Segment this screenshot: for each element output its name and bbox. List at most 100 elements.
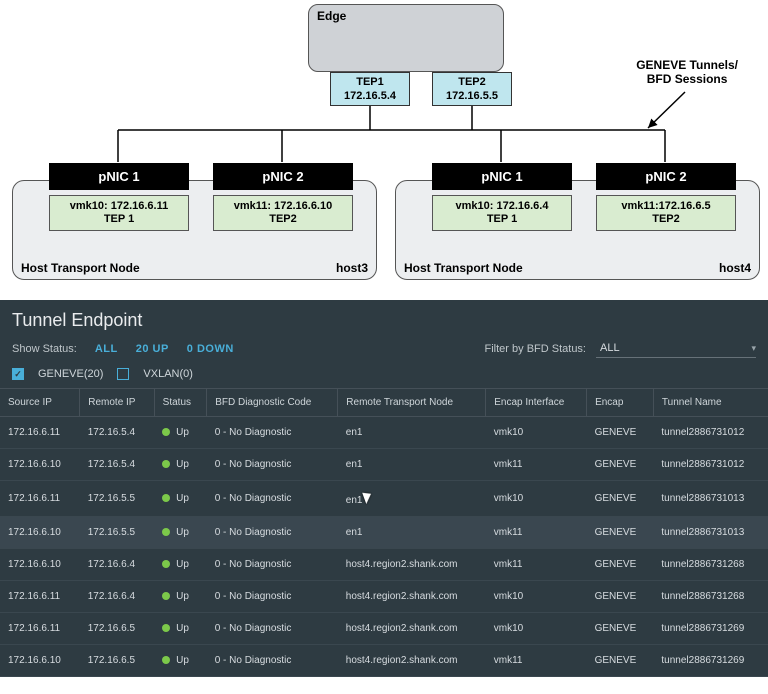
table-row[interactable]: 172.16.6.11172.16.6.5Up0 - No Diagnostic… <box>0 613 768 645</box>
status-up-icon <box>162 460 170 468</box>
host3-label: Host Transport Node <box>21 261 140 275</box>
table-cell: 172.16.6.5 <box>80 613 154 645</box>
show-status-label: Show Status: <box>12 343 77 355</box>
status-up-icon <box>162 656 170 664</box>
table-row[interactable]: 172.16.6.11172.16.5.4Up0 - No Diagnostic… <box>0 417 768 449</box>
status-up-icon <box>162 494 170 502</box>
table-cell: 172.16.5.4 <box>80 417 154 449</box>
table-cell: GENEVE <box>587 581 654 613</box>
table-cell: GENEVE <box>587 417 654 449</box>
table-cell: 172.16.6.11 <box>0 613 80 645</box>
table-cell: GENEVE <box>587 613 654 645</box>
filter-all-button[interactable]: ALL <box>95 343 118 355</box>
table-cell: 0 - No Diagnostic <box>207 481 338 517</box>
table-cell: tunnel2886731268 <box>653 549 768 581</box>
table-cell: GENEVE <box>587 481 654 517</box>
table-cell: tunnel2886731013 <box>653 481 768 517</box>
host4-pnic2: pNIC 2 <box>596 163 736 190</box>
col-tunnel-name[interactable]: Tunnel Name <box>653 389 768 417</box>
table-cell: 172.16.6.5 <box>80 645 154 677</box>
table-cell: en1 <box>338 481 486 517</box>
tep1-ip: 172.16.5.4 <box>344 90 396 102</box>
encap-checkboxes: ✓ GENEVE(20) VXLAN(0) <box>0 368 768 388</box>
status-up-icon <box>162 560 170 568</box>
table-cell: 172.16.5.5 <box>80 481 154 517</box>
host4-label: Host Transport Node <box>404 261 523 275</box>
table-cell: 172.16.6.11 <box>0 581 80 613</box>
table-row[interactable]: 172.16.6.10172.16.6.5Up0 - No Diagnostic… <box>0 645 768 677</box>
bfd-filter-label: Filter by BFD Status: <box>485 343 586 355</box>
table-cell: vmk10 <box>486 613 587 645</box>
edge-node: Edge <box>308 4 504 72</box>
table-cell: tunnel2886731268 <box>653 581 768 613</box>
table-header-row: Source IP Remote IP Status BFD Diagnosti… <box>0 389 768 417</box>
table-row[interactable]: 172.16.6.10172.16.5.5Up0 - No Diagnostic… <box>0 517 768 549</box>
tep2-box: TEP2 172.16.5.5 <box>432 72 512 106</box>
table-cell: tunnel2886731269 <box>653 645 768 677</box>
table-cell: host4.region2.shank.com <box>338 549 486 581</box>
host3-box: pNIC 1 vmk10: 172.16.6.11 TEP 1 pNIC 2 v… <box>12 180 377 280</box>
host3-vmk10: vmk10: 172.16.6.11 TEP 1 <box>49 195 189 231</box>
col-source-ip[interactable]: Source IP <box>0 389 80 417</box>
table-cell: tunnel2886731012 <box>653 449 768 481</box>
table-cell: 0 - No Diagnostic <box>207 645 338 677</box>
col-bfd-code[interactable]: BFD Diagnostic Code <box>207 389 338 417</box>
topology-diagram: Edge TEP1 172.16.5.4 TEP2 172.16.5.5 GEN… <box>0 0 768 300</box>
table-cell: 172.16.5.4 <box>80 449 154 481</box>
col-encap-iface[interactable]: Encap Interface <box>486 389 587 417</box>
host3-pnic2: pNIC 2 <box>213 163 353 190</box>
col-remote-node[interactable]: Remote Transport Node <box>338 389 486 417</box>
table-cell: 172.16.6.10 <box>0 517 80 549</box>
panel-title: Tunnel Endpoint <box>0 300 768 335</box>
table-cell: Up <box>154 517 207 549</box>
host4-name: host4 <box>719 261 751 275</box>
edge-label: Edge <box>317 9 346 23</box>
table-row[interactable]: 172.16.6.10172.16.6.4Up0 - No Diagnostic… <box>0 549 768 581</box>
mouse-cursor-icon <box>363 490 375 504</box>
vxlan-checkbox[interactable] <box>117 368 129 380</box>
table-cell: 172.16.6.4 <box>80 581 154 613</box>
table-cell: en1 <box>338 449 486 481</box>
table-cell: Up <box>154 481 207 517</box>
col-encap[interactable]: Encap <box>587 389 654 417</box>
col-remote-ip[interactable]: Remote IP <box>80 389 154 417</box>
table-cell: en1 <box>338 417 486 449</box>
chevron-down-icon: ▾ <box>751 343 756 354</box>
table-cell: 172.16.5.5 <box>80 517 154 549</box>
tep2-label: TEP2 <box>458 76 486 88</box>
table-cell: GENEVE <box>587 517 654 549</box>
table-cell: Up <box>154 581 207 613</box>
filter-down-button[interactable]: 0 DOWN <box>187 343 234 355</box>
status-up-icon <box>162 428 170 436</box>
tunnels-annotation: GENEVE Tunnels/ BFD Sessions <box>636 58 738 86</box>
table-cell: 0 - No Diagnostic <box>207 549 338 581</box>
bfd-filter-value: ALL <box>600 342 620 354</box>
filter-up-button[interactable]: 20 UP <box>136 343 169 355</box>
table-cell: host4.region2.shank.com <box>338 581 486 613</box>
table-row[interactable]: 172.16.6.11172.16.6.4Up0 - No Diagnostic… <box>0 581 768 613</box>
table-cell: Up <box>154 613 207 645</box>
table-cell: vmk10 <box>486 481 587 517</box>
geneve-checkbox[interactable]: ✓ <box>12 368 24 380</box>
tep2-ip: 172.16.5.5 <box>446 90 498 102</box>
table-cell: 0 - No Diagnostic <box>207 417 338 449</box>
table-cell: Up <box>154 417 207 449</box>
host4-vmk11: vmk11:172.16.6.5 TEP2 <box>596 195 736 231</box>
table-cell: vmk11 <box>486 517 587 549</box>
col-status[interactable]: Status <box>154 389 207 417</box>
table-cell: host4.region2.shank.com <box>338 613 486 645</box>
bfd-filter-select[interactable]: ALL ▾ <box>596 339 756 358</box>
table-cell: 0 - No Diagnostic <box>207 581 338 613</box>
table-cell: 172.16.6.4 <box>80 549 154 581</box>
table-cell: vmk10 <box>486 581 587 613</box>
vxlan-checkbox-label: VXLAN(0) <box>143 368 193 380</box>
table-cell: tunnel2886731013 <box>653 517 768 549</box>
tep1-label: TEP1 <box>356 76 384 88</box>
table-cell: Up <box>154 549 207 581</box>
table-row[interactable]: 172.16.6.10172.16.5.4Up0 - No Diagnostic… <box>0 449 768 481</box>
status-up-icon <box>162 624 170 632</box>
table-cell: 172.16.6.10 <box>0 449 80 481</box>
table-row[interactable]: 172.16.6.11172.16.5.5Up0 - No Diagnostic… <box>0 481 768 517</box>
table-cell: tunnel2886731012 <box>653 417 768 449</box>
table-cell: tunnel2886731269 <box>653 613 768 645</box>
